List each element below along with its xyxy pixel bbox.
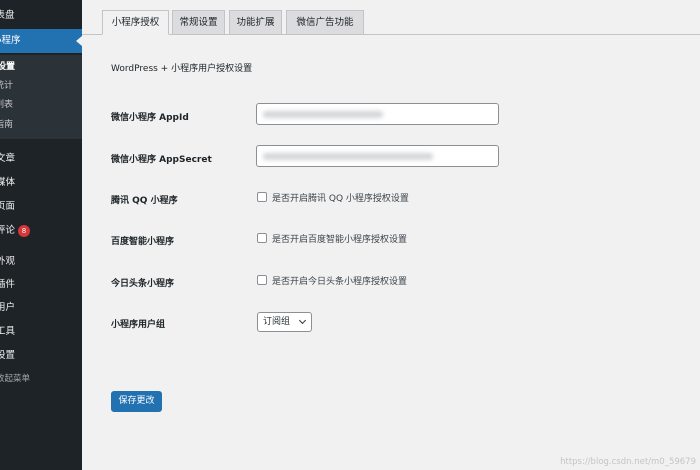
appid-label: 微信小程序 AppId xyxy=(111,113,189,123)
appsecret-label: 微信小程序 AppSecret xyxy=(111,155,212,165)
redacted-value xyxy=(263,153,433,160)
sidebar-item-users[interactable]: 用户 xyxy=(0,300,78,316)
user-group-label: 小程序用户组 xyxy=(111,320,166,330)
sidebar-item-miniprogram[interactable]: 小程序 xyxy=(0,29,82,53)
toutiao-auth-option: 是否开启今日头条小程序授权设置 xyxy=(257,274,408,287)
watermark: https://blog.csdn.net/m0_59679 xyxy=(560,457,696,467)
submenu-item-guide[interactable]: 指南 xyxy=(0,118,13,132)
chevron-down-icon xyxy=(298,316,307,325)
baidu-auth-checkbox-label: 是否开启百度智能小程序授权设置 xyxy=(272,234,408,245)
save-changes-button[interactable]: 保存更改 xyxy=(111,391,162,412)
baidu-auth-option: 是否开启百度智能小程序授权设置 xyxy=(257,232,408,245)
toutiao-auth-checkbox[interactable] xyxy=(257,275,267,285)
sidebar-item-tools[interactable]: 工具 xyxy=(0,324,78,340)
user-group-selected-value: 订阅组 xyxy=(263,317,291,327)
sidebar-item-dashboard[interactable]: 仪表盘 xyxy=(0,8,68,24)
user-group-select[interactable]: 订阅组 xyxy=(257,312,312,332)
submenu-item-list[interactable]: 列表 xyxy=(0,98,13,112)
toutiao-miniprogram-label: 今日头条小程序 xyxy=(111,279,175,289)
toutiao-auth-checkbox-label: 是否开启今日头条小程序授权设置 xyxy=(272,276,408,287)
sidebar-item-plugins[interactable]: 插件 xyxy=(0,277,78,293)
submenu-item-stats[interactable]: 统计 xyxy=(0,79,13,93)
submenu-item-settings[interactable]: 设置 xyxy=(0,60,15,74)
tab-general-settings[interactable]: 常规设置 xyxy=(172,10,225,35)
sidebar-item-appearance[interactable]: 外观 xyxy=(0,254,78,270)
main-content: 小程序授权 常规设置 功能扩展 微信广告功能 WordPress + 小程序用户… xyxy=(82,0,700,470)
comment-count-badge: 8 xyxy=(18,224,31,237)
baidu-auth-checkbox[interactable] xyxy=(257,233,267,243)
baidu-miniprogram-label: 百度智能小程序 xyxy=(111,237,175,247)
admin-sidebar: 仪表盘 小程序 设置 统计 列表 指南 文章 媒体 页面 评论8 外观 插件 用… xyxy=(0,0,82,470)
sidebar-item-posts[interactable]: 文章 xyxy=(0,151,78,167)
sidebar-item-pages[interactable]: 页面 xyxy=(0,199,78,215)
appid-input[interactable] xyxy=(256,103,499,125)
sidebar-item-comments[interactable]: 评论 8 xyxy=(0,223,78,239)
tab-feature-extensions[interactable]: 功能扩展 xyxy=(229,10,282,35)
qq-auth-checkbox[interactable] xyxy=(257,192,267,202)
qq-auth-option: 是否开启腾讯 QQ 小程序授权设置 xyxy=(257,191,409,204)
section-subtitle: WordPress + 小程序用户授权设置 xyxy=(111,64,253,74)
qq-miniprogram-label: 腾讯 QQ 小程序 xyxy=(111,196,178,206)
appsecret-input[interactable] xyxy=(256,145,499,167)
sidebar-item-media[interactable]: 媒体 xyxy=(0,175,78,191)
sidebar-item-label: 小程序 xyxy=(0,35,21,46)
redacted-value xyxy=(263,111,383,118)
tab-miniprogram-auth[interactable]: 小程序授权 xyxy=(102,10,169,35)
qq-auth-checkbox-label: 是否开启腾讯 QQ 小程序授权设置 xyxy=(272,193,409,204)
sidebar-item-label: 评论 xyxy=(0,225,16,236)
tab-wechat-ads[interactable]: 微信广告功能 xyxy=(286,10,364,35)
sidebar-item-settings[interactable]: 设置 xyxy=(0,348,78,364)
collapse-menu-button[interactable]: 收起菜单 xyxy=(0,371,78,387)
